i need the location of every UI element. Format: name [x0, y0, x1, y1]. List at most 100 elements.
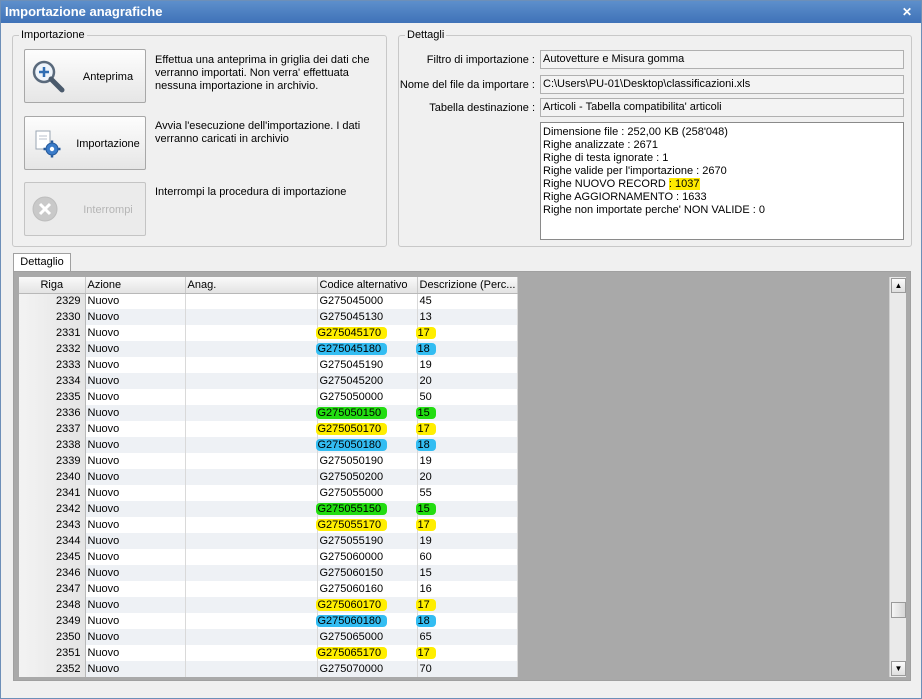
descrizione-cell[interactable]: 15: [415, 405, 519, 421]
azione-cell[interactable]: Nuovo: [85, 485, 186, 501]
row-number-cell[interactable]: 2347: [19, 581, 86, 597]
descrizione-cell[interactable]: 20: [417, 373, 519, 389]
azione-cell[interactable]: Nuovo: [85, 533, 186, 549]
descrizione-cell[interactable]: 19: [417, 357, 519, 373]
codice-cell[interactable]: G275065000: [317, 629, 418, 645]
codice-cell[interactable]: G275055170: [315, 517, 418, 533]
column-header-riga[interactable]: Riga: [19, 277, 86, 294]
anteprima-button[interactable]: Anteprima: [24, 49, 146, 103]
row-number-cell[interactable]: 2333: [19, 357, 86, 373]
azione-cell[interactable]: Nuovo: [85, 549, 186, 565]
row-number-cell[interactable]: 2348: [19, 597, 86, 613]
codice-cell[interactable]: G275050200: [317, 469, 418, 485]
column-header-azione[interactable]: Azione: [85, 277, 186, 294]
codice-cell[interactable]: G275050190: [317, 453, 418, 469]
codice-cell[interactable]: G275060160: [317, 581, 418, 597]
azione-cell[interactable]: Nuovo: [85, 565, 186, 581]
anag-cell[interactable]: [185, 437, 318, 453]
azione-cell[interactable]: Nuovo: [85, 437, 186, 453]
codice-cell[interactable]: G275055190: [317, 533, 418, 549]
azione-cell[interactable]: Nuovo: [85, 405, 186, 421]
azione-cell[interactable]: Nuovo: [85, 373, 186, 389]
anag-cell[interactable]: [185, 597, 318, 613]
codice-cell[interactable]: G275050000: [317, 389, 418, 405]
codice-cell[interactable]: G275045000: [317, 293, 418, 309]
column-header-anag[interactable]: Anag.: [185, 277, 318, 294]
codice-cell[interactable]: G275070000: [317, 661, 418, 677]
anag-cell[interactable]: [185, 293, 318, 309]
interrompi-button[interactable]: Interrompi: [24, 182, 146, 236]
row-number-cell[interactable]: 2344: [19, 533, 86, 549]
table-row[interactable]: 2334 Nuovo G275045200 20: [19, 373, 519, 389]
anag-cell[interactable]: [185, 389, 318, 405]
codice-cell[interactable]: G275045190: [317, 357, 418, 373]
codice-cell[interactable]: G275050180: [315, 437, 418, 453]
azione-cell[interactable]: Nuovo: [85, 357, 186, 373]
anag-cell[interactable]: [185, 581, 318, 597]
anag-cell[interactable]: [185, 565, 318, 581]
tab-dettaglio[interactable]: Dettaglio: [13, 253, 71, 271]
descrizione-cell[interactable]: 17: [415, 645, 519, 661]
azione-cell[interactable]: Nuovo: [85, 293, 186, 309]
row-number-cell[interactable]: 2339: [19, 453, 86, 469]
anag-cell[interactable]: [185, 485, 318, 501]
row-number-cell[interactable]: 2343: [19, 517, 86, 533]
anag-cell[interactable]: [185, 309, 318, 325]
table-row[interactable]: 2346 Nuovo G275060150 15: [19, 565, 519, 581]
filtro-field[interactable]: Autovetture e Misura gomma: [540, 50, 904, 69]
descrizione-cell[interactable]: 19: [417, 533, 519, 549]
table-row[interactable]: 2340 Nuovo G275050200 20: [19, 469, 519, 485]
row-number-cell[interactable]: 2340: [19, 469, 86, 485]
descrizione-cell[interactable]: 16: [417, 581, 519, 597]
anag-cell[interactable]: [185, 325, 318, 341]
anag-cell[interactable]: [185, 357, 318, 373]
azione-cell[interactable]: Nuovo: [85, 645, 186, 661]
row-number-cell[interactable]: 2346: [19, 565, 86, 581]
descrizione-cell[interactable]: 17: [415, 517, 519, 533]
anag-cell[interactable]: [185, 405, 318, 421]
codice-cell[interactable]: G275060000: [317, 549, 418, 565]
table-row[interactable]: 2347 Nuovo G275060160 16: [19, 581, 519, 597]
azione-cell[interactable]: Nuovo: [85, 453, 186, 469]
file-field[interactable]: C:\Users\PU-01\Desktop\classificazioni.x…: [540, 75, 904, 94]
table-row[interactable]: 2344 Nuovo G275055190 19: [19, 533, 519, 549]
table-row[interactable]: 2350 Nuovo G275065000 65: [19, 629, 519, 645]
descrizione-cell[interactable]: 17: [415, 421, 519, 437]
codice-cell[interactable]: G275060170: [315, 597, 418, 613]
anag-cell[interactable]: [185, 629, 318, 645]
anag-cell[interactable]: [185, 645, 318, 661]
anag-cell[interactable]: [185, 453, 318, 469]
anag-cell[interactable]: [185, 661, 318, 677]
azione-cell[interactable]: Nuovo: [85, 629, 186, 645]
codice-cell[interactable]: G275045180: [315, 341, 418, 357]
anag-cell[interactable]: [185, 421, 318, 437]
descrizione-cell[interactable]: 18: [415, 437, 519, 453]
codice-cell[interactable]: G275065170: [315, 645, 418, 661]
codice-cell[interactable]: G275045130: [317, 309, 418, 325]
close-icon[interactable]: ✕: [901, 6, 913, 18]
row-number-cell[interactable]: 2351: [19, 645, 86, 661]
descrizione-cell[interactable]: 15: [417, 565, 519, 581]
row-number-cell[interactable]: 2331: [19, 325, 86, 341]
descrizione-cell[interactable]: 20: [417, 469, 519, 485]
row-number-cell[interactable]: 2334: [19, 373, 86, 389]
descrizione-cell[interactable]: 17: [415, 597, 519, 613]
anag-cell[interactable]: [185, 517, 318, 533]
codice-cell[interactable]: G275055150: [315, 501, 418, 517]
table-row[interactable]: 2352 Nuovo G275070000 70: [19, 661, 519, 677]
table-row[interactable]: 2341 Nuovo G275055000 55: [19, 485, 519, 501]
vertical-scrollbar[interactable]: ▲ ▼: [889, 277, 906, 677]
table-row[interactable]: 2329 Nuovo G275045000 45: [19, 293, 519, 309]
anag-cell[interactable]: [185, 613, 318, 629]
anag-cell[interactable]: [185, 373, 318, 389]
row-number-cell[interactable]: 2352: [19, 661, 86, 677]
table-row[interactable]: 2337 Nuovo G275050170 17: [19, 421, 519, 437]
row-number-cell[interactable]: 2345: [19, 549, 86, 565]
row-number-cell[interactable]: 2341: [19, 485, 86, 501]
anag-cell[interactable]: [185, 469, 318, 485]
table-row[interactable]: 2342 Nuovo G275055150 15: [19, 501, 519, 517]
azione-cell[interactable]: Nuovo: [85, 581, 186, 597]
table-row[interactable]: 2338 Nuovo G275050180 18: [19, 437, 519, 453]
table-row[interactable]: 2330 Nuovo G275045130 13: [19, 309, 519, 325]
codice-cell[interactable]: G275050150: [315, 405, 418, 421]
